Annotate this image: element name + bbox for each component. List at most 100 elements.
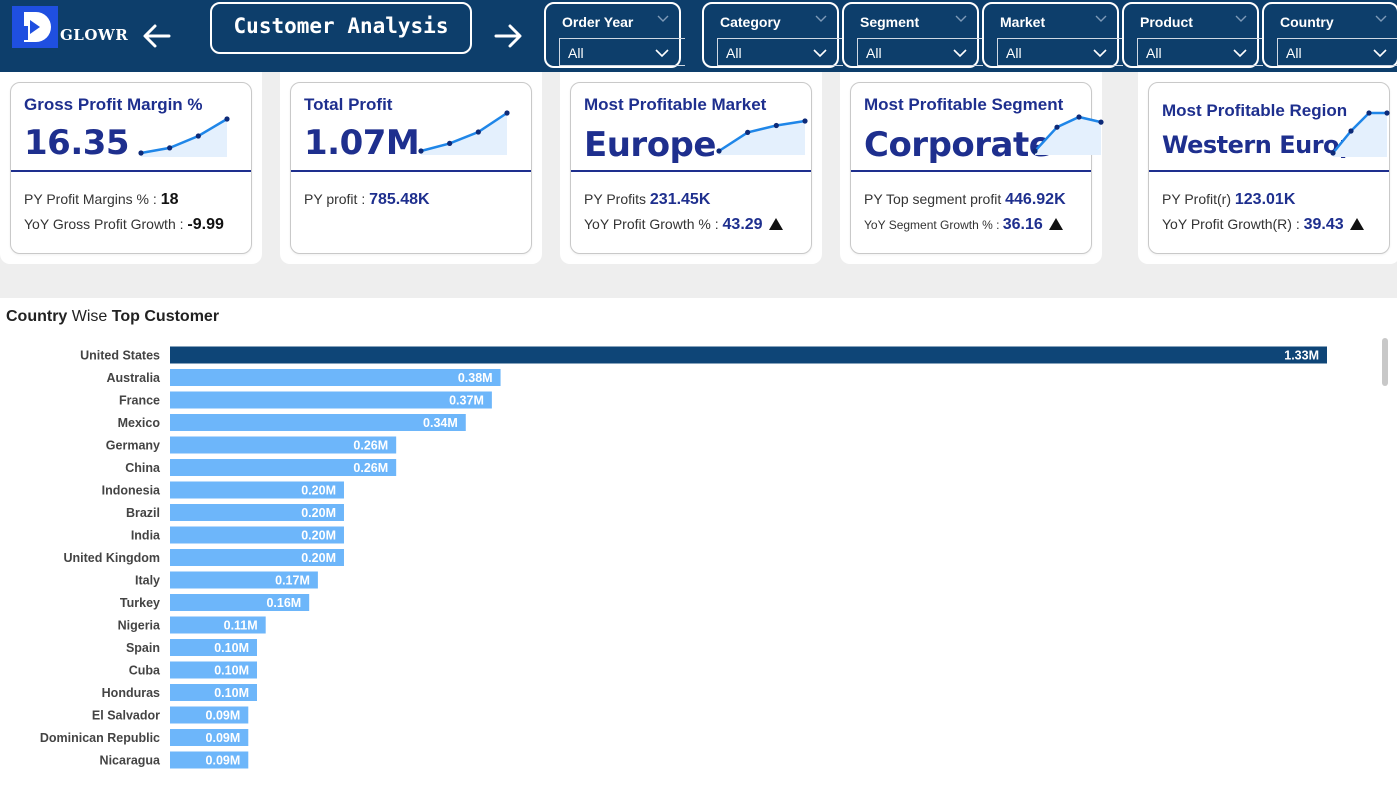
kpi-card: Most Profitable Region Western Europe PY P… bbox=[1148, 82, 1390, 254]
sparkline-point bbox=[1330, 150, 1336, 156]
category-label: Germany bbox=[106, 439, 160, 453]
slicer-value: All bbox=[1006, 45, 1022, 61]
bar[interactable] bbox=[170, 391, 492, 409]
slicer-dropdown[interactable]: All bbox=[559, 38, 685, 66]
category-label: Nigeria bbox=[118, 619, 161, 633]
sparkline-point bbox=[716, 148, 722, 154]
slicer-label: Segment bbox=[860, 14, 920, 30]
brand-name: GLOWR bbox=[60, 26, 129, 44]
chevron-down-icon[interactable] bbox=[815, 14, 827, 24]
chevron-down-icon[interactable] bbox=[1095, 14, 1107, 24]
sparkline-area bbox=[1333, 113, 1387, 157]
chevron-down-icon[interactable] bbox=[657, 14, 669, 24]
bar-row: Honduras 0.10M bbox=[102, 684, 257, 701]
bar-row: Italy 0.17M bbox=[135, 571, 318, 589]
kpi-card: Most Profitable Segment Corporate PY Top s… bbox=[850, 82, 1104, 254]
kpi-previous-year: PY Top segment profit 446.92K bbox=[864, 191, 1066, 208]
sparkline-point bbox=[195, 133, 201, 139]
bar-value-label: 0.11M bbox=[224, 619, 258, 633]
slicer-order-year[interactable]: Order Year All bbox=[544, 2, 685, 68]
slicer-segment[interactable]: Segment All bbox=[842, 2, 983, 68]
bar[interactable] bbox=[170, 414, 466, 431]
bar[interactable] bbox=[170, 346, 1327, 364]
kpi-title: Most Profitable Region bbox=[1162, 101, 1348, 120]
kpi-card-container: Gross Profit Margin % 16.35 PY Profit Marg… bbox=[0, 72, 262, 264]
slicer-country[interactable]: Country All bbox=[1262, 2, 1397, 68]
category-label: China bbox=[125, 461, 161, 475]
chevron-down-icon bbox=[953, 49, 967, 58]
sparkline-point bbox=[224, 116, 230, 122]
slicer-dropdown[interactable]: All bbox=[997, 38, 1123, 66]
chevron-down-icon bbox=[1233, 49, 1247, 58]
kpi-value: 1.07M bbox=[304, 123, 420, 163]
bar-row: Indonesia 0.20M bbox=[102, 481, 344, 499]
kpi-sparkline bbox=[138, 116, 230, 157]
category-label: United Kingdom bbox=[63, 551, 160, 565]
category-label: India bbox=[131, 529, 161, 543]
sparkline-point bbox=[167, 145, 173, 151]
slicer-product[interactable]: Product All bbox=[1122, 2, 1263, 68]
category-label: Dominican Republic bbox=[40, 731, 160, 745]
slicer-category[interactable]: Category All bbox=[702, 2, 843, 68]
country-top-customer-panel: Country Wise Top Customer United States 1… bbox=[0, 298, 1397, 787]
bar-value-label: 1.33M bbox=[1284, 349, 1319, 363]
bar-row: Cuba 0.10M bbox=[129, 661, 257, 679]
header-bar: GLOWR Customer Analysis Order Year All Cat… bbox=[0, 0, 1397, 72]
category-label: Indonesia bbox=[102, 484, 161, 498]
bar-value-label: 0.38M bbox=[458, 371, 493, 385]
slicer-dropdown[interactable]: All bbox=[857, 38, 983, 66]
bar-row: China 0.26M bbox=[125, 459, 397, 476]
kpi-previous-year: PY profit : 785.48K bbox=[304, 191, 430, 208]
kpi-sparkline bbox=[1330, 110, 1390, 157]
bar-row: Dominican Republic 0.09M bbox=[40, 729, 249, 746]
bar-value-label: 0.16M bbox=[266, 596, 301, 610]
slicer-dropdown[interactable]: All bbox=[1277, 38, 1397, 66]
category-label: Turkey bbox=[120, 596, 160, 610]
forward-button[interactable] bbox=[490, 18, 526, 54]
slicer-label: Product bbox=[1140, 14, 1193, 30]
kpi-value: Corporate bbox=[864, 125, 1052, 165]
category-label: Cuba bbox=[129, 664, 161, 678]
bar-value-label: 0.20M bbox=[301, 506, 336, 520]
slicer-label: Country bbox=[1280, 14, 1334, 30]
back-button[interactable] bbox=[139, 18, 175, 54]
chart-scrollbar[interactable] bbox=[1382, 338, 1388, 386]
kpi-value: 16.35 bbox=[24, 123, 130, 163]
bar-value-label: 0.10M bbox=[214, 664, 249, 678]
category-label: Mexico bbox=[118, 416, 161, 430]
slicer-market[interactable]: Market All bbox=[982, 2, 1123, 68]
sparkline-point bbox=[1054, 124, 1060, 130]
bar-row: Mexico 0.34M bbox=[118, 414, 466, 431]
bar-value-label: 0.09M bbox=[206, 754, 241, 768]
bar-row: El Salvador 0.09M bbox=[92, 706, 249, 724]
sparkline-point bbox=[504, 110, 510, 116]
bar-row: Brazil 0.20M bbox=[126, 504, 344, 521]
bar-value-label: 0.09M bbox=[206, 731, 241, 745]
country-bar-chart: United States 1.33M Australia 0.38M France 0.… bbox=[40, 346, 1327, 769]
bar-value-label: 0.20M bbox=[301, 484, 336, 498]
category-label: Australia bbox=[107, 371, 162, 385]
bar-value-label: 0.09M bbox=[206, 709, 241, 723]
bar-row: Nigeria 0.11M bbox=[118, 616, 266, 634]
slicer-dropdown[interactable]: All bbox=[717, 38, 843, 66]
kpi-sparkline bbox=[1032, 114, 1104, 155]
chevron-down-icon[interactable] bbox=[1235, 14, 1247, 24]
bar-value-label: 0.10M bbox=[214, 686, 249, 700]
bar-row: India 0.20M bbox=[131, 526, 344, 544]
up-triangle-icon bbox=[1048, 218, 1063, 230]
slicer-dropdown[interactable]: All bbox=[1137, 38, 1263, 66]
kpi-card-container: Most Profitable Segment Corporate PY Top s… bbox=[840, 72, 1104, 264]
bar-row: Turkey 0.16M bbox=[120, 594, 310, 611]
bar-value-label: 0.20M bbox=[301, 551, 336, 565]
category-label: Honduras bbox=[102, 686, 160, 700]
chevron-down-icon[interactable] bbox=[1375, 14, 1387, 24]
bar[interactable] bbox=[170, 369, 501, 386]
bar-value-label: 0.10M bbox=[214, 641, 249, 655]
kpi-sparkline bbox=[418, 110, 510, 155]
glowr-logo bbox=[12, 6, 58, 48]
chevron-down-icon[interactable] bbox=[955, 14, 967, 24]
up-triangle-icon bbox=[768, 218, 783, 230]
slicer-value: All bbox=[568, 45, 584, 61]
category-label: Italy bbox=[135, 574, 160, 588]
kpi-card-container: Total Profit 1.07M PY profit : 785.48K bbox=[280, 72, 542, 264]
